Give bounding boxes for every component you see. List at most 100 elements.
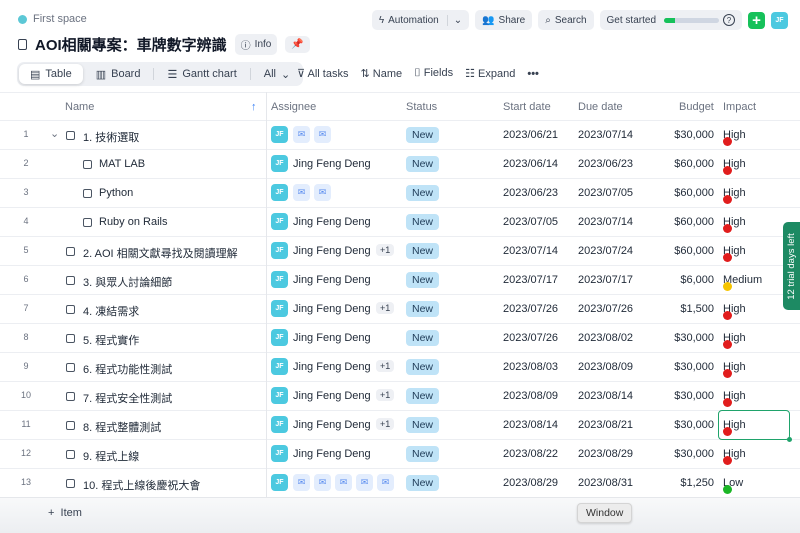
budget[interactable]: $30,000: [674, 129, 714, 141]
tab-board[interactable]: ▥ Board: [85, 64, 152, 84]
due-date[interactable]: 2023/08/02: [578, 332, 633, 344]
due-date[interactable]: 2023/08/29: [578, 448, 633, 460]
task-name[interactable]: 5. 程式實作: [83, 332, 139, 348]
sort-button[interactable]: ⇅ Name: [360, 67, 402, 80]
status-badge[interactable]: New: [406, 446, 440, 462]
start-date[interactable]: 2023/07/26: [503, 332, 558, 344]
share-button[interactable]: 👥 Share: [475, 10, 533, 30]
status-badge[interactable]: New: [406, 388, 440, 404]
fields-button[interactable]: ⌷ Fields: [414, 67, 453, 80]
invite-envelope-icon[interactable]: ✉: [356, 474, 373, 491]
budget[interactable]: $30,000: [674, 332, 714, 344]
assignee-avatar[interactable]: JF: [271, 416, 288, 433]
invite-envelope-icon[interactable]: ✉: [314, 126, 331, 143]
table-row[interactable]: 2 MAT LAB JF Jing Feng Deng New 2023/06/14 202…: [0, 149, 800, 178]
start-date[interactable]: 2023/06/23: [503, 187, 558, 199]
budget[interactable]: $30,000: [674, 448, 714, 460]
table-row[interactable]: 7 4. 凍結需求 JF Jing Feng Deng +1 New 2023/07/26 2…: [0, 294, 800, 323]
budget[interactable]: $60,000: [674, 245, 714, 257]
table-row[interactable]: 11 8. 程式整體測試 JF Jing Feng Deng +1 New 2023/08/…: [0, 410, 800, 439]
due-date[interactable]: 2023/08/09: [578, 361, 633, 373]
impact-cell[interactable]: High: [723, 158, 746, 175]
column-due-date[interactable]: Due date: [578, 101, 623, 113]
status-badge[interactable]: New: [406, 185, 440, 201]
tab-table[interactable]: ▤ Table: [19, 64, 83, 84]
table-row[interactable]: 13 10. 程式上線後慶祝大會 JF ✉ ✉ ✉ ✉ ✉ New 2023/08/29 2023/…: [0, 468, 800, 497]
automation-button[interactable]: ϟ Automation ⌄: [371, 10, 470, 30]
expand-button[interactable]: ☷ Expand: [465, 67, 515, 80]
pin-button[interactable]: 📌: [285, 36, 310, 53]
budget[interactable]: $30,000: [674, 361, 714, 373]
status-badge[interactable]: New: [406, 127, 440, 143]
status-badge[interactable]: New: [406, 272, 440, 288]
task-name[interactable]: 7. 程式安全性測試: [83, 390, 172, 406]
budget[interactable]: $60,000: [674, 158, 714, 170]
assignee-avatar[interactable]: JF: [271, 184, 288, 201]
due-date[interactable]: 2023/07/26: [578, 303, 633, 315]
status-badge[interactable]: New: [406, 214, 440, 230]
due-date[interactable]: 2023/08/21: [578, 419, 633, 431]
invite-envelope-icon[interactable]: ✉: [293, 126, 310, 143]
impact-cell[interactable]: Medium: [723, 274, 762, 291]
start-date[interactable]: 2023/07/17: [503, 274, 558, 286]
table-row[interactable]: 8 5. 程式實作 JF Jing Feng Deng New 2023/07/26 202…: [0, 323, 800, 352]
due-date[interactable]: 2023/08/14: [578, 390, 633, 402]
status-badge[interactable]: New: [406, 243, 440, 259]
assignee-avatar[interactable]: JF: [271, 387, 288, 404]
column-status[interactable]: Status: [406, 101, 437, 113]
due-date[interactable]: 2023/08/31: [578, 477, 633, 489]
breadcrumb-label[interactable]: First space: [33, 13, 87, 25]
budget[interactable]: $30,000: [674, 390, 714, 402]
extra-assignees-badge[interactable]: +1: [376, 302, 395, 314]
task-name[interactable]: Python: [99, 187, 133, 199]
budget[interactable]: $1,500: [680, 303, 714, 315]
column-start-date[interactable]: Start date: [503, 101, 551, 113]
chevron-down-icon[interactable]: ⌄: [50, 127, 59, 140]
assignee-avatar[interactable]: JF: [271, 242, 288, 259]
invite-envelope-icon[interactable]: ✉: [335, 474, 352, 491]
budget[interactable]: $30,000: [674, 419, 714, 431]
column-budget[interactable]: Budget: [679, 101, 714, 113]
extra-assignees-badge[interactable]: +1: [376, 244, 395, 256]
table-row[interactable]: 3 Python JF ✉ ✉ New 2023/06/23 2023/07/05 $60,00…: [0, 178, 800, 207]
table-row[interactable]: 10 7. 程式安全性測試 JF Jing Feng Deng +1 New 2023/08…: [0, 381, 800, 410]
start-date[interactable]: 2023/08/09: [503, 390, 558, 402]
filter-button[interactable]: ⊽ All tasks: [297, 67, 348, 80]
start-date[interactable]: 2023/06/14: [503, 158, 558, 170]
add-button[interactable]: +: [748, 11, 765, 29]
assignee-avatar[interactable]: JF: [271, 155, 288, 172]
tab-gantt[interactable]: ☰ Gantt chart: [156, 64, 247, 84]
task-name[interactable]: 6. 程式功能性測試: [83, 361, 172, 377]
status-badge[interactable]: New: [406, 359, 440, 375]
start-date[interactable]: 2023/07/26: [503, 303, 558, 315]
status-badge[interactable]: New: [406, 156, 440, 172]
breadcrumb[interactable]: First space: [18, 13, 87, 25]
column-impact[interactable]: Impact: [723, 101, 756, 113]
assignee-avatar[interactable]: JF: [271, 213, 288, 230]
extra-assignees-badge[interactable]: +1: [376, 360, 395, 372]
info-button[interactable]: ⓘ Info: [234, 34, 278, 55]
task-name[interactable]: 9. 程式上線: [83, 448, 139, 464]
task-name[interactable]: 4. 凍結需求: [83, 303, 139, 319]
status-badge[interactable]: New: [406, 330, 440, 346]
more-icon[interactable]: •••: [527, 68, 539, 80]
extra-assignees-badge[interactable]: +1: [376, 418, 395, 430]
table-row[interactable]: 9 6. 程式功能性測試 JF Jing Feng Deng +1 New 2023/08/…: [0, 352, 800, 381]
task-name[interactable]: Ruby on Rails: [99, 216, 167, 228]
table-row[interactable]: 5 2. AOI 相關文獻尋找及閱讀理解 JF Jing Feng Deng +1 New…: [0, 236, 800, 265]
start-date[interactable]: 2023/08/03: [503, 361, 558, 373]
table-row[interactable]: 12 9. 程式上線 JF Jing Feng Deng New 2023/08/22 20…: [0, 439, 800, 468]
start-date[interactable]: 2023/07/14: [503, 245, 558, 257]
impact-cell[interactable]: High: [723, 332, 746, 349]
task-name[interactable]: MAT LAB: [99, 158, 145, 170]
assignee-avatar[interactable]: JF: [271, 474, 288, 491]
assignee-avatar[interactable]: JF: [271, 126, 288, 143]
task-name[interactable]: 1. 技術選取: [83, 129, 139, 145]
due-date[interactable]: 2023/07/24: [578, 245, 633, 257]
start-date[interactable]: 2023/08/29: [503, 477, 558, 489]
impact-cell[interactable]: High: [723, 390, 746, 407]
table-row[interactable]: 6 3. 與眾人討論細節 JF Jing Feng Deng New 2023/07/17…: [0, 265, 800, 294]
impact-cell[interactable]: High: [723, 448, 746, 465]
task-name[interactable]: 8. 程式整體測試: [83, 419, 161, 435]
user-avatar[interactable]: JF: [771, 11, 788, 29]
